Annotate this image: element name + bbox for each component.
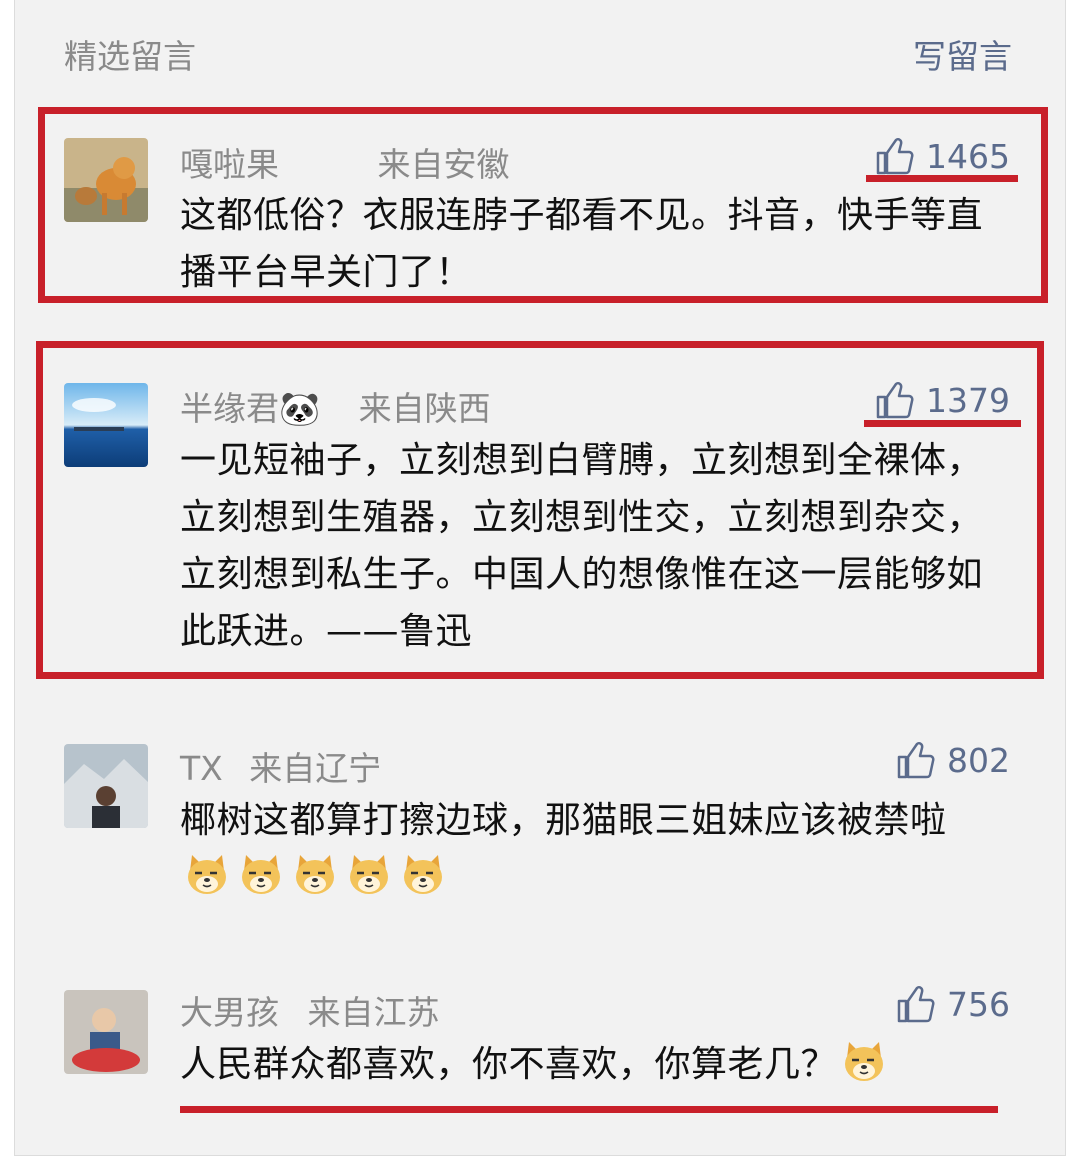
doge-emoji-icon: [346, 851, 392, 897]
comment-text: 椰树这都算打擦边球，那猫眼三姐妹应该被禁啦: [180, 792, 1000, 906]
comment-meta: 大男孩 来自江苏: [180, 986, 440, 1034]
thumbs-up-icon: [897, 741, 935, 779]
highlight-underline: [866, 175, 1018, 182]
comment-text-content: 人民群众都喜欢，你不喜欢，你算老几？: [180, 1044, 838, 1085]
commenter-name[interactable]: TX: [180, 749, 223, 788]
comment-location: 来自江苏: [307, 993, 440, 1032]
like-count: 756: [947, 984, 1010, 1024]
doge-emoji-icon: [292, 851, 338, 897]
write-comment-button[interactable]: 写留言: [913, 30, 1012, 78]
doge-emoji-icon: [400, 851, 446, 897]
highlight-underline: [180, 1106, 998, 1113]
comment-location: 来自辽宁: [249, 749, 382, 788]
emoji-row: [180, 855, 450, 898]
avatar[interactable]: [64, 990, 148, 1074]
doge-emoji-icon: [184, 851, 230, 897]
highlight-box: [38, 107, 1048, 303]
highlight-underline: [864, 420, 1021, 427]
avatar[interactable]: [64, 744, 148, 828]
highlight-box: [36, 341, 1044, 679]
emoji-row: [837, 1042, 891, 1085]
comment-meta: TX 来自辽宁: [180, 742, 381, 790]
commenter-name[interactable]: 大男孩: [180, 993, 279, 1032]
like-button[interactable]: 756: [895, 984, 1010, 1024]
thumbs-up-icon: [897, 985, 935, 1023]
doge-emoji-icon: [238, 851, 284, 897]
like-button[interactable]: 802: [895, 740, 1010, 780]
like-count: 802: [947, 740, 1010, 780]
comment-text-content: 椰树这都算打擦边球，那猫眼三姐妹应该被禁啦: [180, 800, 947, 841]
section-title: 精选留言: [64, 37, 196, 76]
doge-emoji-icon: [841, 1038, 887, 1084]
comment-text: 人民群众都喜欢，你不喜欢，你算老几？: [180, 1036, 1020, 1093]
